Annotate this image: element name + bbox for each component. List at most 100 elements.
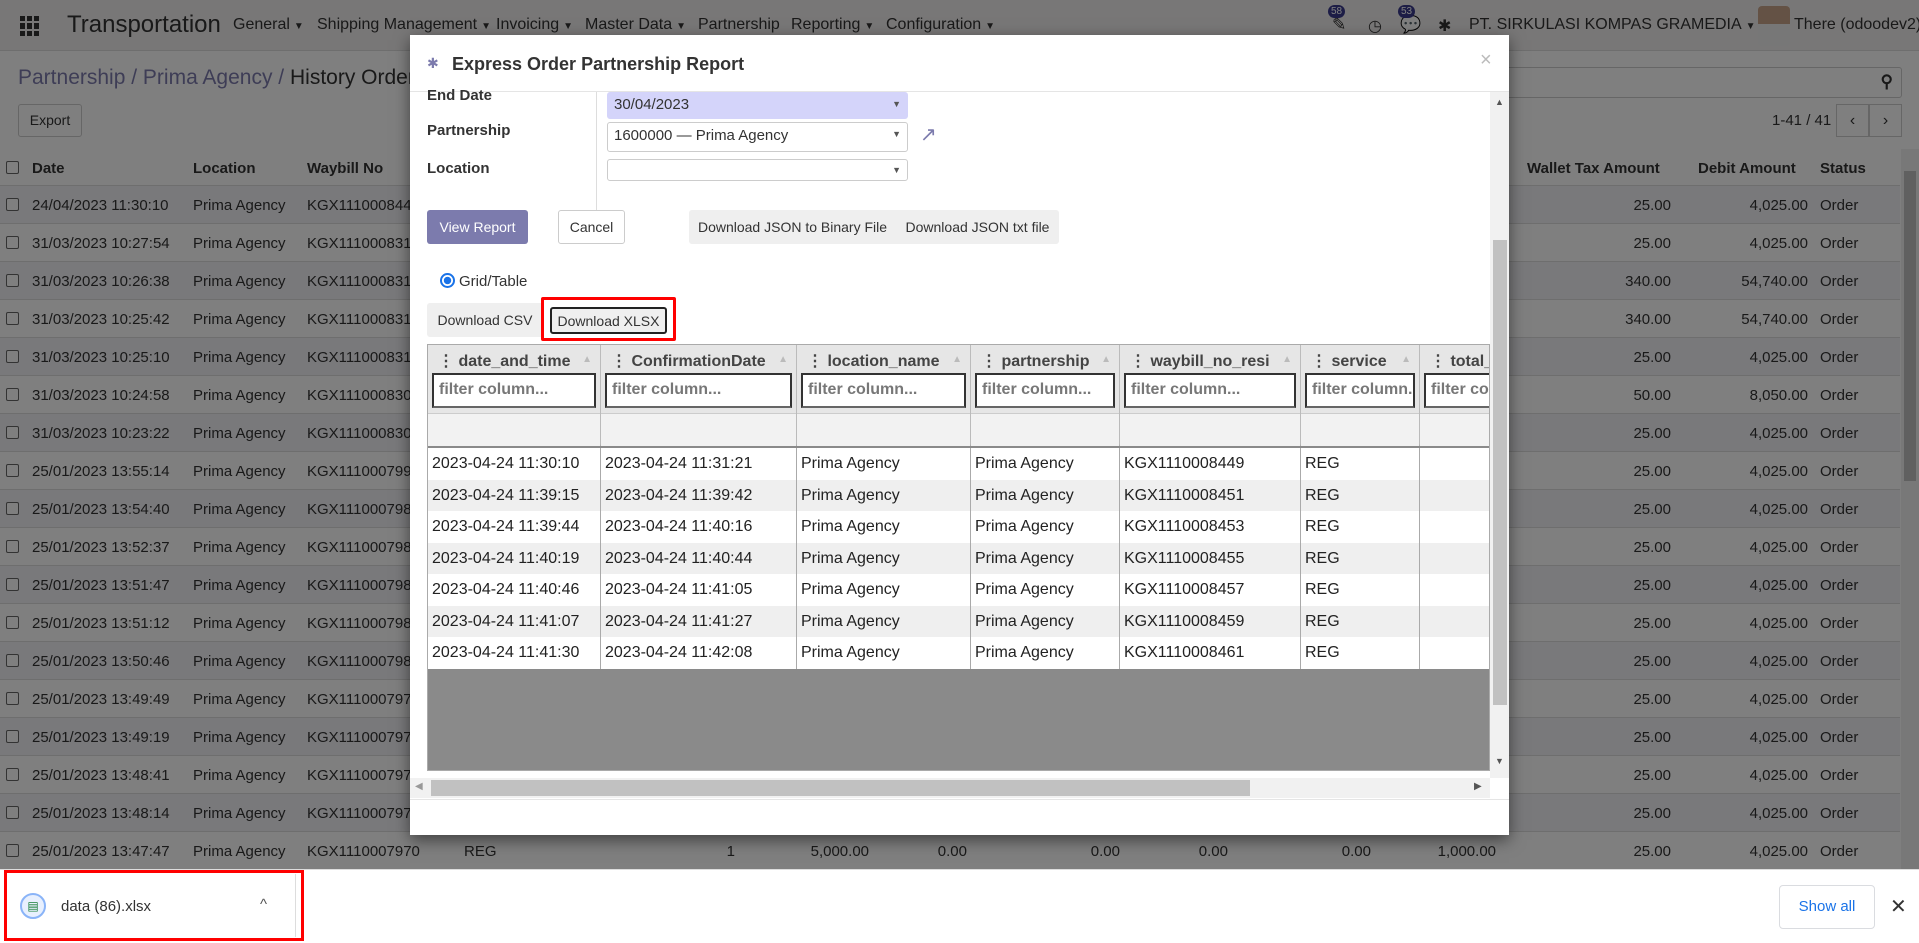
cancel-button[interactable]: Cancel	[558, 210, 625, 244]
column-menu-icon[interactable]: ⋮	[438, 353, 454, 370]
grid-column-header[interactable]: ⋮ service ▲ filter column...	[1301, 345, 1420, 446]
location-field[interactable]: ▼	[607, 159, 908, 181]
column-filter-input[interactable]: filter column...	[432, 373, 596, 408]
grid-row[interactable]: 2023-04-24 11:39:44 2023-04-24 11:40:16 Pr…	[428, 511, 1489, 543]
column-menu-icon[interactable]: ⋮	[1130, 353, 1146, 370]
grid-cell: Prima Agency	[971, 637, 1120, 669]
sort-icon[interactable]: ▲	[1401, 354, 1411, 365]
grid-cell: Prima Agency	[797, 479, 971, 511]
grid-cell: Prima Agency	[797, 511, 971, 543]
sort-icon[interactable]: ▲	[778, 354, 788, 365]
grid-cell: KGX1110008457	[1120, 574, 1301, 606]
column-menu-icon[interactable]: ⋮	[1430, 353, 1446, 370]
grid-cell: 2023-04-24 11:30:10	[428, 448, 601, 480]
column-filter-input[interactable]: filter column...	[1305, 373, 1415, 408]
grid-cell	[1420, 511, 1489, 543]
grid-cell: Prima Agency	[797, 605, 971, 637]
sort-icon[interactable]: ▲	[582, 354, 592, 365]
close-icon[interactable]: ×	[1480, 49, 1492, 72]
grid-cell: 2023-04-24 11:40:46	[428, 574, 601, 606]
grid-cell: KGX1110008453	[1120, 511, 1301, 543]
column-filter-input[interactable]: filter column...	[1424, 373, 1489, 408]
grid-cell: KGX1110008449	[1120, 448, 1301, 480]
grid-summary-cell	[797, 413, 970, 446]
grid-column-header[interactable]: ⋮ location_name ▲ filter column...	[797, 345, 971, 446]
xlsx-file-icon: ▤	[20, 893, 46, 919]
grid-cell: Prima Agency	[971, 479, 1120, 511]
dialog-footer-divider	[410, 799, 1509, 800]
scroll-left-icon[interactable]: ◀	[415, 781, 423, 792]
dialog-horizontal-scrollbar[interactable]: ◀ ▶	[410, 778, 1490, 798]
grid-cell	[1420, 606, 1489, 638]
grid-cell: REG	[1301, 574, 1420, 606]
close-icon[interactable]: ✕	[1890, 894, 1907, 919]
show-all-button[interactable]: Show all	[1779, 885, 1875, 929]
grid-cell: 2023-04-24 11:40:16	[601, 511, 797, 543]
sort-icon[interactable]: ▲	[1101, 354, 1111, 365]
grid-cell: REG	[1301, 637, 1420, 669]
grid-row[interactable]: 2023-04-24 11:41:30 2023-04-24 11:42:08 Pr…	[428, 637, 1489, 669]
end-date-label: End Date	[427, 87, 493, 104]
chevron-up-icon[interactable]: ^	[260, 896, 267, 913]
chevron-down-icon: ▼	[892, 165, 901, 175]
column-menu-icon[interactable]: ⋮	[1311, 353, 1327, 370]
grid-row[interactable]: 2023-04-24 11:41:07 2023-04-24 11:41:27 Pr…	[428, 605, 1489, 638]
end-date-value: 30/04/2023	[614, 96, 690, 113]
grid-column-header[interactable]: ⋮ total_filter column...	[1420, 345, 1489, 446]
grid-summary-cell	[1120, 413, 1300, 446]
column-filter-input[interactable]: filter column...	[605, 373, 792, 408]
grid-cell: Prima Agency	[797, 448, 971, 480]
scroll-up-icon[interactable]: ▲	[1495, 97, 1504, 107]
grid-row[interactable]: 2023-04-24 11:40:46 2023-04-24 11:41:05 Pr…	[428, 574, 1489, 606]
column-filter-input[interactable]: filter column...	[1124, 373, 1296, 408]
download-bar: ▤ data (86).xlsx ^ Show all ✕	[0, 869, 1919, 943]
grid-cell: 2023-04-24 11:39:15	[428, 479, 601, 511]
grid-cell: 2023-04-24 11:39:44	[428, 511, 601, 543]
grid-row[interactable]: 2023-04-24 11:40:19 2023-04-24 11:40:44 Pr…	[428, 542, 1489, 575]
column-title: date_and_time	[458, 353, 571, 370]
grid-cell: 2023-04-24 11:39:42	[601, 479, 797, 511]
dialog-vertical-scrollbar[interactable]: ▲ ▼	[1490, 92, 1509, 778]
grid-row[interactable]: 2023-04-24 11:30:10 2023-04-24 11:31:21 Pr…	[428, 448, 1489, 480]
scroll-right-icon[interactable]: ▶	[1474, 781, 1482, 792]
download-filename: data (86).xlsx	[61, 898, 152, 915]
grid-cell: Prima Agency	[971, 511, 1120, 543]
external-link-icon[interactable]: ↗	[920, 122, 937, 147]
grid-column-header[interactable]: ⋮ waybill_no_resi ▲ filter column...	[1120, 345, 1301, 446]
download-csv-button[interactable]: Download CSV	[427, 303, 543, 337]
grid-row[interactable]: 2023-04-24 11:39:15 2023-04-24 11:39:42 Pr…	[428, 479, 1489, 511]
sort-icon[interactable]: ▲	[952, 354, 962, 365]
dialog-header: ✱ Express Order Partnership Report ×	[410, 35, 1509, 92]
end-date-field[interactable]: 30/04/2023 ▼	[607, 92, 908, 119]
grid-table-label[interactable]: Grid/Table	[459, 273, 527, 290]
column-menu-icon[interactable]: ⋮	[807, 353, 823, 370]
grid-summary-cell	[971, 413, 1119, 446]
column-filter-input[interactable]: filter column...	[975, 373, 1115, 408]
column-menu-icon[interactable]: ⋮	[611, 353, 627, 370]
grid-table-radio[interactable]	[440, 273, 455, 288]
column-filter-input[interactable]: filter column...	[801, 373, 966, 408]
grid-cell	[1420, 543, 1489, 575]
report-dialog: ✱ Express Order Partnership Report × End…	[410, 35, 1509, 835]
partnership-field[interactable]: 1600000 — Prima Agency ▼	[607, 122, 908, 152]
download-json-binary-button[interactable]: Download JSON to Binary File	[689, 210, 896, 244]
grid-cell: KGX1110008451	[1120, 479, 1301, 511]
column-title: service	[1331, 353, 1387, 370]
grid-column-header[interactable]: ⋮ date_and_time ▲ filter column...	[428, 345, 601, 446]
grid-cell: Prima Agency	[971, 448, 1120, 480]
grid-cell: Prima Agency	[971, 542, 1120, 574]
grid-column-header[interactable]: ⋮ ConfirmationDate ▲ filter column...	[601, 345, 797, 446]
scroll-down-icon[interactable]: ▼	[1495, 756, 1504, 766]
partnership-label: Partnership	[427, 122, 511, 139]
grid-cell: 2023-04-24 11:41:27	[601, 605, 797, 637]
view-report-button[interactable]: View Report	[427, 210, 528, 244]
sort-icon[interactable]: ▲	[1282, 354, 1292, 365]
download-json-txt-button[interactable]: Download JSON txt file	[896, 210, 1059, 244]
grid-column-header[interactable]: ⋮ partnership ▲ filter column...	[971, 345, 1120, 446]
chevron-down-icon: ▼	[892, 99, 901, 109]
grid-summary-cell	[1420, 413, 1489, 446]
column-menu-icon[interactable]: ⋮	[981, 353, 997, 370]
download-item[interactable]: ▤ data (86).xlsx ^	[8, 874, 296, 937]
download-xlsx-button[interactable]: Download XLSX	[550, 307, 667, 334]
grid-summary-cell	[601, 413, 796, 446]
